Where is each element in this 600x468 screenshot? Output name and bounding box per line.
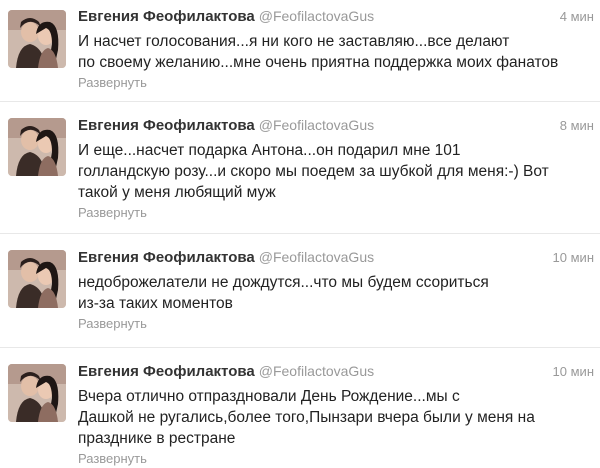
author-fullname[interactable]: Евгения Феофилактова xyxy=(78,363,255,380)
avatar[interactable] xyxy=(8,364,66,422)
tweet-content: Евгения Феофилактова @FeofilactovaGus 8 м… xyxy=(78,117,594,222)
tweet-header: Евгения Феофилактова @FeofilactovaGus 8 м… xyxy=(78,117,594,139)
avatar[interactable] xyxy=(8,10,66,68)
author-fullname[interactable]: Евгения Феофилактова xyxy=(78,249,255,266)
avatar-photo-icon xyxy=(8,250,66,308)
tweet-header: Евгения Феофилактова @FeofilactovaGus 10 … xyxy=(78,363,594,385)
author-fullname[interactable]: Евгения Феофилактова xyxy=(78,117,255,134)
tweet-text: И еще...насчет подарка Антона...он подар… xyxy=(78,142,549,201)
tweet-item[interactable]: Евгения Феофилактова @FeofilactovaGus 4 м… xyxy=(0,0,600,102)
tweet-timestamp[interactable]: 10 мин xyxy=(553,364,594,379)
tweet-item[interactable]: Евгения Феофилактова @FeofilactovaGus 8 м… xyxy=(0,102,600,234)
tweet-content: Евгения Феофилактова @FeofilactovaGus 10 … xyxy=(78,363,594,468)
expand-link[interactable]: Развернуть xyxy=(78,316,147,331)
tweet-content: Евгения Феофилактова @FeofilactovaGus 10 … xyxy=(78,249,594,333)
tweet-content: Евгения Феофилактова @FeofilactovaGus 4 м… xyxy=(78,8,594,92)
tweet-header: Евгения Феофилактова @FeofilactovaGus 10 … xyxy=(78,249,594,271)
author-username[interactable]: @FeofilactovaGus xyxy=(259,363,374,379)
avatar[interactable] xyxy=(8,250,66,308)
author-username[interactable]: @FeofilactovaGus xyxy=(259,117,374,133)
tweet-timestamp[interactable]: 8 мин xyxy=(560,118,594,133)
tweet-timestamp[interactable]: 4 мин xyxy=(560,9,594,24)
tweet-item[interactable]: Евгения Феофилактова @FeofilactovaGus 10 … xyxy=(0,234,600,348)
tweet-text: И насчет голосования...я ни кого не заст… xyxy=(78,33,559,71)
expand-link[interactable]: Развернуть xyxy=(78,75,147,90)
expand-link[interactable]: Развернуть xyxy=(78,205,147,220)
author-fullname[interactable]: Евгения Феофилактова xyxy=(78,8,255,25)
tweet-header: Евгения Феофилактова @FeofilactovaGus 4 м… xyxy=(78,8,594,30)
avatar-photo-icon xyxy=(8,10,66,68)
tweet-text: недоброжелатели не дождутся...что мы буд… xyxy=(78,274,489,312)
tweet-timeline: Евгения Феофилактова @FeofilactovaGus 4 м… xyxy=(0,0,600,466)
author-username[interactable]: @FeofilactovaGus xyxy=(259,8,374,24)
tweet-item[interactable]: Евгения Феофилактова @FeofilactovaGus 10 … xyxy=(0,348,600,466)
author-username[interactable]: @FeofilactovaGus xyxy=(259,249,374,265)
avatar-photo-icon xyxy=(8,364,66,422)
tweet-timestamp[interactable]: 10 мин xyxy=(553,250,594,265)
tweet-text: Вчера отлично отпраздновали День Рождени… xyxy=(78,388,535,447)
avatar[interactable] xyxy=(8,118,66,176)
avatar-photo-icon xyxy=(8,118,66,176)
